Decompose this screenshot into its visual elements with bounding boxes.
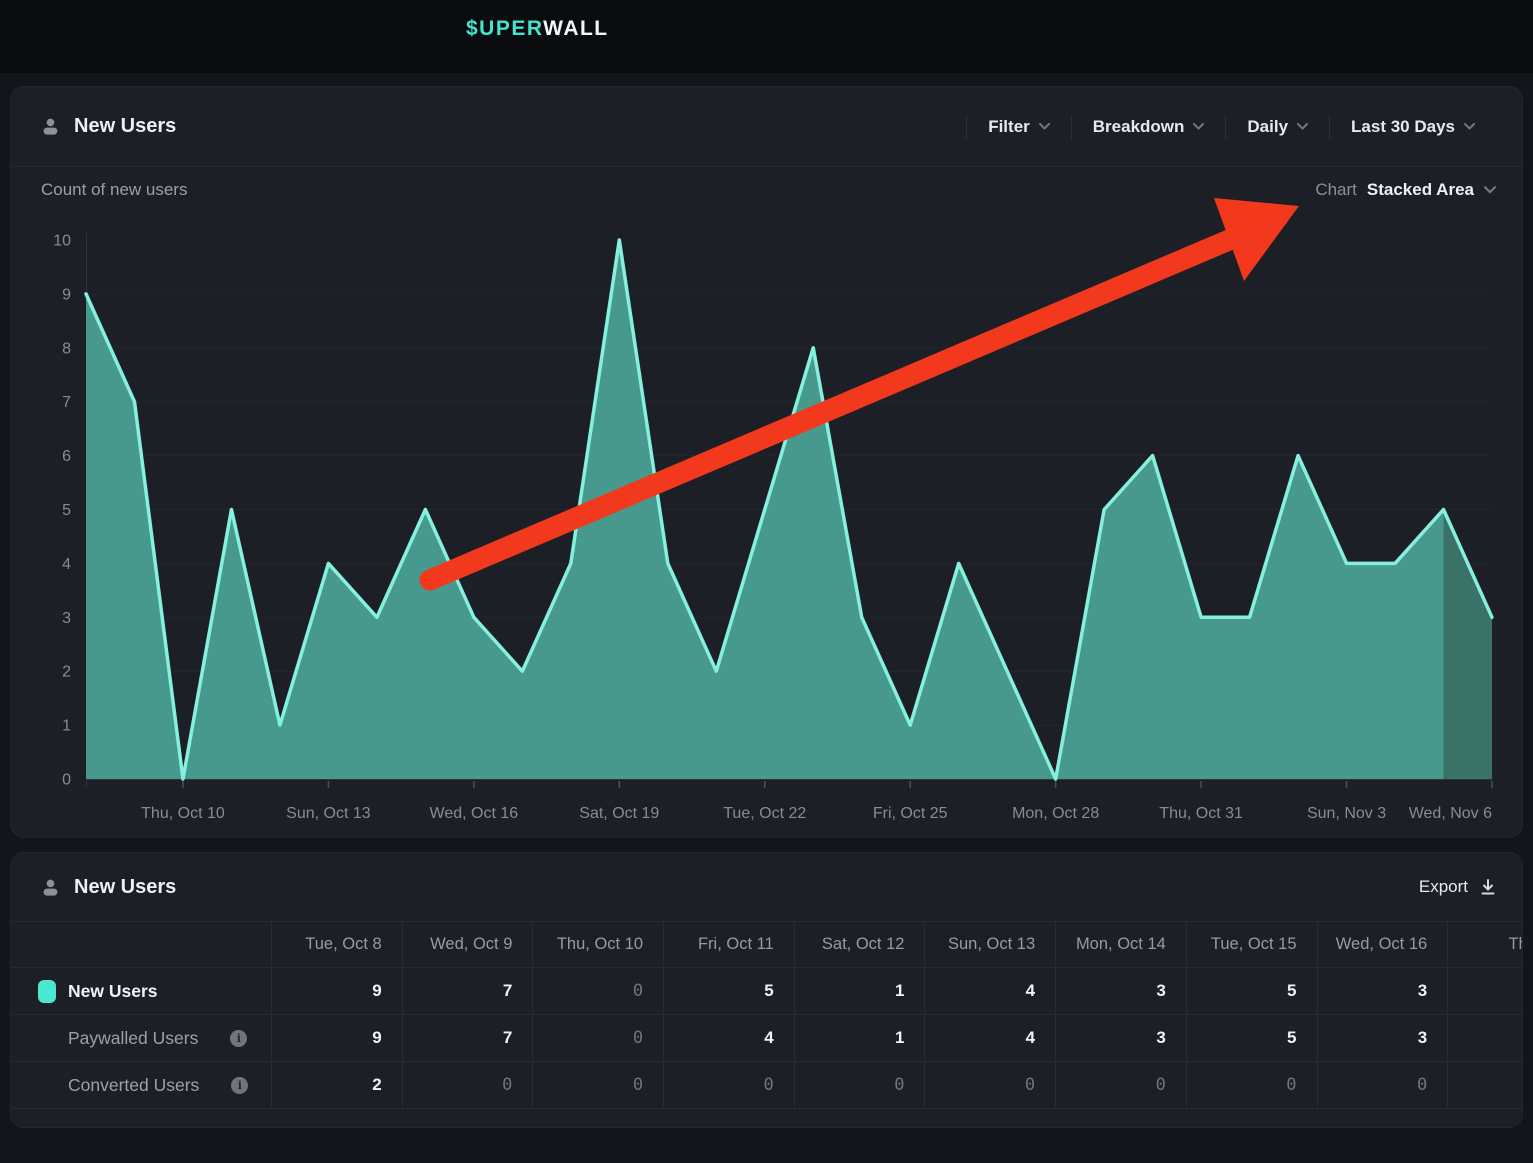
table-cell: 5: [1187, 968, 1318, 1015]
table-cell: 0: [664, 1062, 795, 1109]
table-column-header: Sun, Oct 13: [925, 922, 1056, 968]
data-table: Tue, Oct 8Wed, Oct 9Thu, Oct 10Fri, Oct …: [11, 922, 1522, 1109]
svg-text:3: 3: [62, 610, 71, 627]
new-users-chart-card: New Users Filter Breakdown Daily Last 30…: [10, 86, 1523, 838]
table-column-header: Wed, Oct 9: [403, 922, 534, 968]
table-cell: 9: [272, 1015, 403, 1062]
logo-suffix: WALL: [543, 17, 608, 40]
table-cell: [1448, 968, 1523, 1015]
table-column-header: Wed, Oct 16: [1318, 922, 1449, 968]
table-cell: 9: [272, 968, 403, 1015]
svg-text:7: 7: [62, 394, 71, 411]
person-icon: [41, 878, 60, 897]
table-corner-cell: [11, 922, 272, 968]
svg-text:Wed, Oct 16: Wed, Oct 16: [430, 805, 519, 822]
table-cell: 3: [1318, 968, 1449, 1015]
svg-text:Tue, Oct 22: Tue, Oct 22: [723, 805, 806, 822]
svg-text:10: 10: [53, 233, 71, 250]
table-column-header: Mon, Oct 14: [1056, 922, 1187, 968]
table-card-header: New Users Export: [11, 853, 1522, 921]
table-cell: 0: [1318, 1062, 1449, 1109]
svg-text:Sun, Nov 3: Sun, Nov 3: [1307, 805, 1386, 822]
table-cell: [1448, 1015, 1523, 1062]
table-row-label: New Users: [11, 968, 272, 1015]
table-column-header: Tue, Oct 8: [272, 922, 403, 968]
table-column-header: Tue, Oct 15: [1187, 922, 1318, 968]
table-cell: 7: [403, 1015, 534, 1062]
table-column-header: Fri, Oct 11: [664, 922, 795, 968]
svg-text:Wed, Nov 6: Wed, Nov 6: [1409, 805, 1492, 822]
svg-text:Fri, Oct 25: Fri, Oct 25: [873, 805, 948, 822]
table-cell: 0: [533, 1062, 664, 1109]
table-cell: 0: [925, 1062, 1056, 1109]
table-cell: 0: [533, 1015, 664, 1062]
svg-text:4: 4: [62, 556, 71, 573]
table-card-title: New Users: [74, 876, 176, 899]
series-swatch: [38, 980, 56, 1003]
table-cell: 7: [403, 968, 534, 1015]
table-wrap: Tue, Oct 8Wed, Oct 9Thu, Oct 10Fri, Oct …: [11, 921, 1522, 1109]
table-cell: [1448, 1062, 1523, 1109]
export-button[interactable]: Export: [1419, 877, 1496, 897]
new-users-area-chart[interactable]: 0 1 2 3 4 5 6 7 8 9 10 Thu, Oct 10 Sun, Oct 13 Wed, O…: [11, 87, 1523, 838]
table-cell: 1: [795, 968, 926, 1015]
svg-text:2: 2: [62, 664, 71, 681]
table-row-label-text: New Users: [68, 981, 158, 1002]
svg-text:Sun, Oct 13: Sun, Oct 13: [286, 805, 371, 822]
table-cell: 3: [1056, 968, 1187, 1015]
top-app-bar: $UPERWALL: [0, 0, 1533, 73]
svg-text:Thu, Oct 31: Thu, Oct 31: [1159, 805, 1243, 822]
table-row-label: Converted Users i: [11, 1062, 272, 1109]
table-row-label-text: Paywalled Users: [68, 1028, 198, 1049]
svg-text:6: 6: [62, 448, 71, 465]
info-icon[interactable]: i: [230, 1030, 247, 1047]
svg-text:5: 5: [62, 502, 71, 519]
table-column-header: Thu, O: [1448, 922, 1523, 968]
table-cell: 0: [533, 968, 664, 1015]
table-column-header: Sat, Oct 12: [795, 922, 926, 968]
table-cell: 4: [925, 1015, 1056, 1062]
svg-text:9: 9: [62, 286, 71, 303]
table-cell: 5: [664, 968, 795, 1015]
svg-text:1: 1: [62, 718, 71, 735]
superwall-logo: $UPERWALL: [466, 17, 609, 41]
svg-text:Thu, Oct 10: Thu, Oct 10: [141, 805, 225, 822]
table-cell: 0: [1187, 1062, 1318, 1109]
table-cell: 3: [1056, 1015, 1187, 1062]
table-column-header: Thu, Oct 10: [533, 922, 664, 968]
svg-text:Sat, Oct 19: Sat, Oct 19: [579, 805, 659, 822]
table-cell: 0: [1056, 1062, 1187, 1109]
download-icon: [1480, 879, 1496, 896]
table-cell: 0: [795, 1062, 926, 1109]
table-cell: 5: [1187, 1015, 1318, 1062]
table-cell: 0: [403, 1062, 534, 1109]
table-row-label-text: Converted Users: [68, 1075, 199, 1096]
table-cell: 3: [1318, 1015, 1449, 1062]
table-cell: 4: [925, 968, 1056, 1015]
table-cell: 4: [664, 1015, 795, 1062]
svg-text:8: 8: [62, 340, 71, 357]
info-icon[interactable]: i: [231, 1077, 248, 1094]
svg-text:0: 0: [62, 772, 71, 789]
table-cell: 1: [795, 1015, 926, 1062]
table-row-label: Paywalled Users i: [11, 1015, 272, 1062]
export-button-label: Export: [1419, 877, 1468, 897]
logo-prefix: $UPER: [466, 17, 543, 40]
new-users-table-card: New Users Export Tue, Oct 8Wed, Oct 9Thu…: [10, 852, 1523, 1128]
table-cell: 2: [272, 1062, 403, 1109]
svg-text:Mon, Oct 28: Mon, Oct 28: [1012, 805, 1099, 822]
